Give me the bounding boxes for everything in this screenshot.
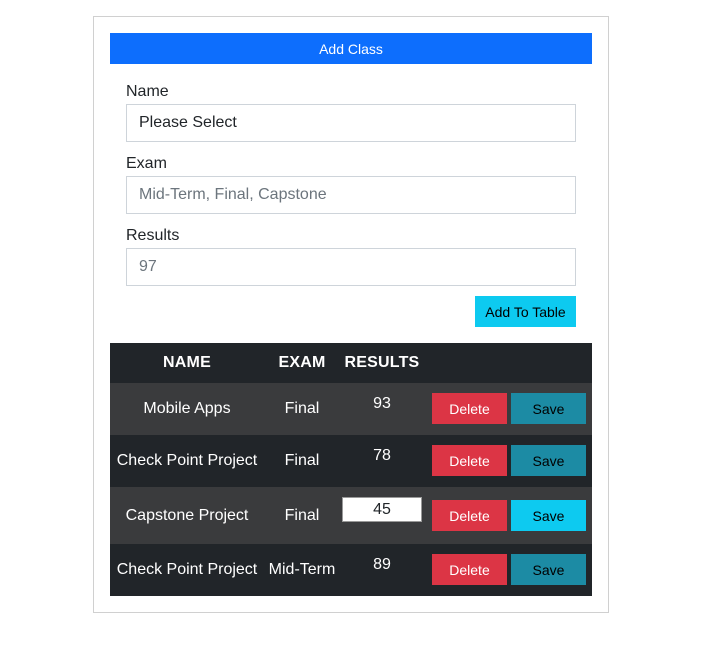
table-row: Mobile Apps Final 93 Delete Save — [110, 383, 592, 435]
row-result: 78 — [373, 447, 391, 464]
row-exam: Final — [284, 452, 320, 469]
row-result: 93 — [373, 395, 391, 412]
add-to-table-button[interactable]: Add To Table — [475, 296, 576, 327]
results-input[interactable]: 97 — [126, 248, 576, 286]
column-header-exam: EXAM — [278, 354, 326, 371]
save-button[interactable]: Save — [511, 554, 586, 585]
save-button[interactable]: Save — [511, 500, 586, 531]
row-exam: Final — [284, 400, 320, 417]
delete-button[interactable]: Delete — [432, 445, 507, 476]
column-header-name: NAME — [163, 354, 211, 371]
save-button[interactable]: Save — [511, 445, 586, 476]
table-row: Check Point Project Mid-Term 89 Delete S… — [110, 544, 592, 596]
result-edit-input[interactable]: 45 — [342, 497, 422, 522]
row-name: Mobile Apps — [143, 400, 231, 417]
row-result: 89 — [373, 556, 391, 573]
row-name: Check Point Project — [116, 452, 258, 469]
name-label: Name — [126, 83, 169, 100]
classes-table: NAME EXAM RESULTS Mobile Apps Final 93 D… — [110, 343, 592, 596]
save-button[interactable]: Save — [511, 393, 586, 424]
exam-input[interactable]: Mid-Term, Final, Capstone — [126, 176, 576, 214]
results-label: Results — [126, 227, 180, 244]
column-header-results: RESULTS — [344, 354, 420, 371]
add-class-header[interactable]: Add Class — [110, 33, 592, 64]
delete-button[interactable]: Delete — [432, 554, 507, 585]
exam-label: Exam — [126, 155, 167, 172]
row-exam: Mid-Term — [268, 561, 336, 578]
delete-button[interactable]: Delete — [432, 500, 507, 531]
table-header: NAME EXAM RESULTS — [110, 343, 592, 383]
row-exam: Final — [284, 506, 320, 524]
name-select[interactable]: Please Select — [126, 104, 576, 142]
row-name: Check Point Project — [116, 561, 258, 578]
add-class-card: Add Class Name Please Select Exam Mid-Te… — [93, 16, 609, 613]
table-row: Capstone Project Final 45 Delete Save — [110, 487, 592, 544]
row-name: Capstone Project — [125, 506, 249, 524]
table-row: Check Point Project Final 78 Delete Save — [110, 435, 592, 487]
delete-button[interactable]: Delete — [432, 393, 507, 424]
